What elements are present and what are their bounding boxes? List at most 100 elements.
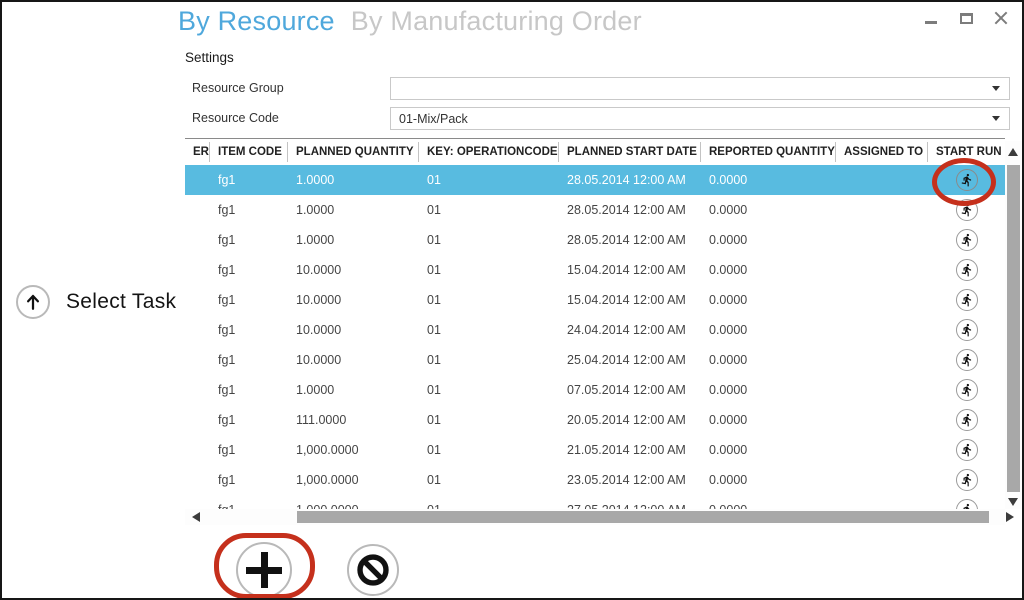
app-window: By Resource By Manufacturing Order Setti…: [0, 0, 1024, 600]
vertical-scrollbar[interactable]: [1005, 141, 1022, 509]
item-code-cell: fg1: [210, 293, 288, 307]
start-run-button[interactable]: [956, 349, 978, 371]
planned-start-date-cell: 15.04.2014 12:00 AM: [559, 293, 701, 307]
operation-code-cell: 01: [419, 173, 559, 187]
close-button[interactable]: [992, 6, 1010, 30]
reported-quantity-cell: 0.0000: [701, 443, 836, 457]
tab-by-manufacturing-order[interactable]: By Manufacturing Order: [351, 6, 642, 37]
start-run-button[interactable]: [956, 289, 978, 311]
scroll-right-icon[interactable]: [1006, 512, 1014, 522]
operation-code-cell: 01: [419, 323, 559, 337]
start-run-button[interactable]: [956, 379, 978, 401]
chevron-down-icon: [992, 116, 1000, 121]
maximize-button[interactable]: [957, 6, 975, 30]
table-row[interactable]: fg1 10.0000 01 15.04.2014 12:00 AM 0.000…: [185, 255, 1005, 285]
planned-quantity-cell: 10.0000: [288, 293, 419, 307]
reported-quantity-cell: 0.0000: [701, 413, 836, 427]
column-header-assigned-to[interactable]: ASSIGNED TO: [836, 142, 928, 162]
start-run-button[interactable]: [956, 469, 978, 491]
table-body: fg1 1.0000 01 28.05.2014 12:00 AM 0.0000…: [185, 165, 1005, 509]
planned-start-date-cell: 07.05.2014 12:00 AM: [559, 383, 701, 397]
run-person-icon: [960, 443, 974, 457]
start-run-cell: [928, 469, 1005, 491]
start-run-cell: [928, 259, 1005, 281]
planned-start-date-cell: 24.04.2014 12:00 AM: [559, 323, 701, 337]
resource-group-label: Resource Group: [192, 81, 284, 95]
reported-quantity-cell: 0.0000: [701, 473, 836, 487]
up-arrow-icon: [24, 293, 42, 311]
table-row[interactable]: fg1 10.0000 01 15.04.2014 12:00 AM 0.000…: [185, 285, 1005, 315]
minimize-button[interactable]: [922, 6, 940, 30]
operation-code-cell: 01: [419, 203, 559, 217]
maximize-icon: [960, 13, 973, 24]
start-run-button[interactable]: [956, 169, 978, 191]
resource-group-dropdown[interactable]: [390, 77, 1010, 100]
column-header-order[interactable]: ER: [185, 142, 210, 162]
add-button[interactable]: [236, 542, 292, 598]
resource-code-label: Resource Code: [192, 111, 279, 125]
horizontal-scrollbar[interactable]: [185, 509, 1005, 525]
planned-quantity-cell: 1.0000: [288, 203, 419, 217]
start-run-cell: [928, 199, 1005, 221]
table-row[interactable]: fg1 1.0000 01 07.05.2014 12:00 AM 0.0000: [185, 375, 1005, 405]
start-run-cell: [928, 319, 1005, 341]
planned-quantity-cell: 1,000.0000: [288, 473, 419, 487]
start-run-cell: [928, 349, 1005, 371]
grid-header: ER ITEM CODE PLANNED QUANTITY KEY: OPERA…: [185, 139, 1005, 165]
reported-quantity-cell: 0.0000: [701, 353, 836, 367]
resource-code-dropdown[interactable]: 01-Mix/Pack: [390, 107, 1010, 130]
scroll-up-icon[interactable]: [1008, 148, 1018, 156]
start-run-button[interactable]: [956, 229, 978, 251]
table-row[interactable]: fg1 1,000.0000 01 21.05.2014 12:00 AM 0.…: [185, 435, 1005, 465]
start-run-button[interactable]: [956, 199, 978, 221]
table-row[interactable]: fg1 111.0000 01 20.05.2014 12:00 AM 0.00…: [185, 405, 1005, 435]
table-row[interactable]: fg1 1.0000 01 28.05.2014 12:00 AM 0.0000: [185, 195, 1005, 225]
item-code-cell: fg1: [210, 443, 288, 457]
table-row[interactable]: fg1 1,000.0000 01 23.05.2014 12:00 AM 0.…: [185, 465, 1005, 495]
vertical-scrollbar-thumb[interactable]: [1007, 165, 1020, 492]
run-person-icon: [960, 473, 974, 487]
column-header-planned-quantity[interactable]: PLANNED QUANTITY: [288, 142, 419, 162]
run-person-icon: [960, 353, 974, 367]
column-header-item-code[interactable]: ITEM CODE: [210, 142, 288, 162]
start-run-button[interactable]: [956, 439, 978, 461]
column-header-operation-code[interactable]: KEY: OPERATIONCODE: [419, 142, 559, 162]
operation-code-cell: 01: [419, 263, 559, 277]
select-task-control: Select Task: [16, 285, 176, 319]
reported-quantity-cell: 0.0000: [701, 173, 836, 187]
planned-quantity-cell: 10.0000: [288, 263, 419, 277]
column-header-reported-quantity[interactable]: REPORTED QUANTITY: [701, 142, 836, 162]
reported-quantity-cell: 0.0000: [701, 323, 836, 337]
planned-quantity-cell: 1.0000: [288, 173, 419, 187]
table-row[interactable]: fg1 1,000.0000 01 27.05.2014 12:00 AM 0.…: [185, 495, 1005, 509]
start-run-cell: [928, 379, 1005, 401]
table-row[interactable]: fg1 1.0000 01 28.05.2014 12:00 AM 0.0000: [185, 225, 1005, 255]
tab-by-resource[interactable]: By Resource: [178, 6, 335, 37]
resource-code-value: 01-Mix/Pack: [391, 112, 992, 126]
table-row[interactable]: fg1 10.0000 01 24.04.2014 12:00 AM 0.000…: [185, 315, 1005, 345]
reported-quantity-cell: 0.0000: [701, 293, 836, 307]
start-run-button[interactable]: [956, 319, 978, 341]
planned-start-date-cell: 28.05.2014 12:00 AM: [559, 203, 701, 217]
tasks-grid: ER ITEM CODE PLANNED QUANTITY KEY: OPERA…: [185, 138, 1005, 509]
operation-code-cell: 01: [419, 413, 559, 427]
start-run-button[interactable]: [956, 499, 978, 509]
table-row[interactable]: fg1 10.0000 01 25.04.2014 12:00 AM 0.000…: [185, 345, 1005, 375]
table-row[interactable]: fg1 1.0000 01 28.05.2014 12:00 AM 0.0000: [185, 165, 1005, 195]
start-run-button[interactable]: [956, 259, 978, 281]
scroll-down-icon[interactable]: [1008, 498, 1018, 506]
select-task-label: Select Task: [66, 290, 176, 314]
column-header-planned-start-date[interactable]: PLANNED START DATE: [559, 142, 701, 162]
planned-quantity-cell: 111.0000: [288, 413, 419, 427]
planned-quantity-cell: 1.0000: [288, 233, 419, 247]
scroll-left-icon[interactable]: [192, 512, 200, 522]
cancel-button[interactable]: [347, 544, 399, 596]
item-code-cell: fg1: [210, 233, 288, 247]
start-run-button[interactable]: [956, 409, 978, 431]
column-header-start-run[interactable]: START RUN: [928, 142, 1005, 162]
run-person-icon: [960, 233, 974, 247]
horizontal-scrollbar-thumb[interactable]: [297, 511, 989, 523]
run-person-icon: [960, 293, 974, 307]
item-code-cell: fg1: [210, 173, 288, 187]
select-task-button[interactable]: [16, 285, 50, 319]
